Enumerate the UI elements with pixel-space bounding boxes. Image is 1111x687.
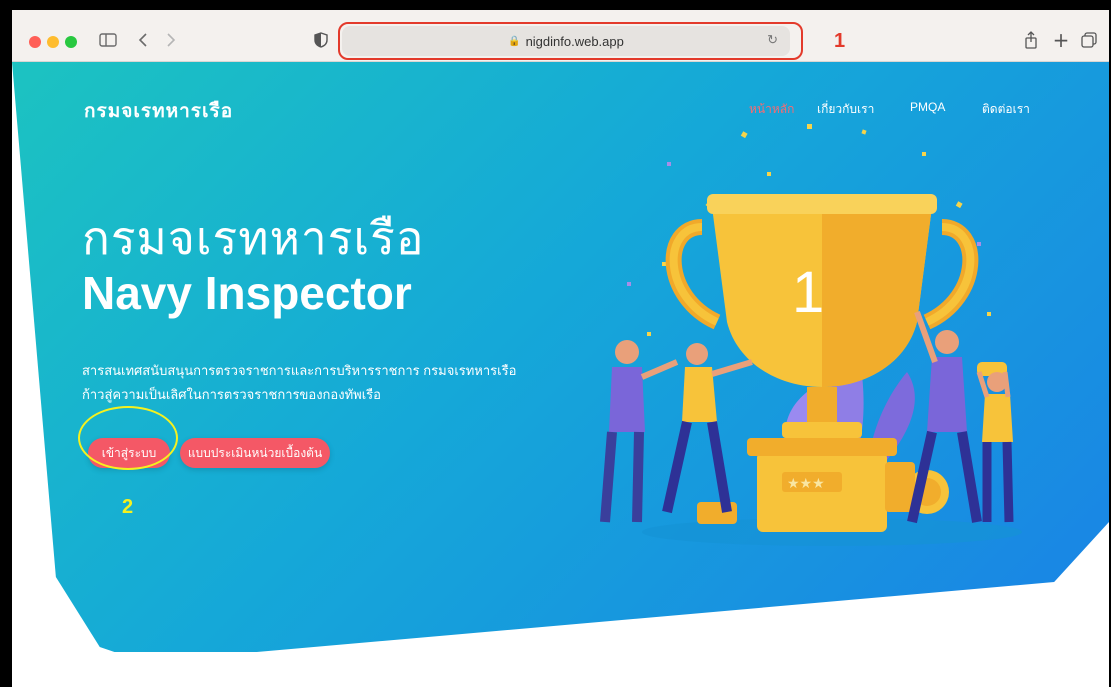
zoom-window-button[interactable] <box>65 36 77 48</box>
trophy-number: 1 <box>792 260 824 325</box>
tab-overview-icon[interactable] <box>1080 28 1098 52</box>
privacy-shield-icon[interactable] <box>312 28 330 52</box>
nav-about[interactable]: เกี่ยวกับเรา <box>817 100 874 119</box>
hero-description-line-2: ก้าวสู่ความเป็นเลิศในการตรวจราชการของกอง… <box>82 387 381 402</box>
annotation-box-url <box>338 22 803 60</box>
annotation-label-1: 1 <box>834 30 846 52</box>
annotation-circle-login <box>78 406 178 470</box>
browser-toolbar: 🔒 nigdinfo.web.app ↻ 1 + <box>12 10 1109 62</box>
share-icon[interactable] <box>1022 28 1040 52</box>
forward-icon[interactable] <box>162 28 180 52</box>
hero-description-line-1: สารสนเทศสนับสนุนการตรวจราชการและการบริหา… <box>82 363 517 378</box>
svg-text:★★★: ★★★ <box>787 476 825 492</box>
nav-pmqa[interactable]: PMQA <box>910 100 945 114</box>
sidebar-toggle-icon[interactable] <box>96 28 120 52</box>
site-brand[interactable]: กรมจเรทหารเรือ <box>84 96 233 126</box>
hero-subtitle: Navy Inspector <box>82 267 412 319</box>
annotation-label-2: 2 <box>122 496 134 518</box>
nav-contact[interactable]: ติดต่อเรา <box>982 100 1030 119</box>
close-window-button[interactable] <box>29 36 41 48</box>
hero-title: กรมจเรทหารเรือ <box>82 212 425 264</box>
assessment-button[interactable]: แบบประเมินหน่วยเบื้องต้น <box>180 438 330 468</box>
minimize-window-button[interactable] <box>47 36 59 48</box>
back-icon[interactable] <box>134 28 152 52</box>
trophy-illustration: 1 ★★★ <box>600 124 1022 546</box>
hero-section: กรมจเรทหารเรือ หน้าหลัก เกี่ยวกับเรา PMQ… <box>12 62 1109 652</box>
nav-home[interactable]: หน้าหลัก <box>749 100 794 119</box>
browser-window: 🔒 nigdinfo.web.app ↻ 1 + กรมจเรทหารเรือ … <box>12 10 1109 687</box>
new-tab-icon[interactable]: + <box>1052 28 1070 52</box>
